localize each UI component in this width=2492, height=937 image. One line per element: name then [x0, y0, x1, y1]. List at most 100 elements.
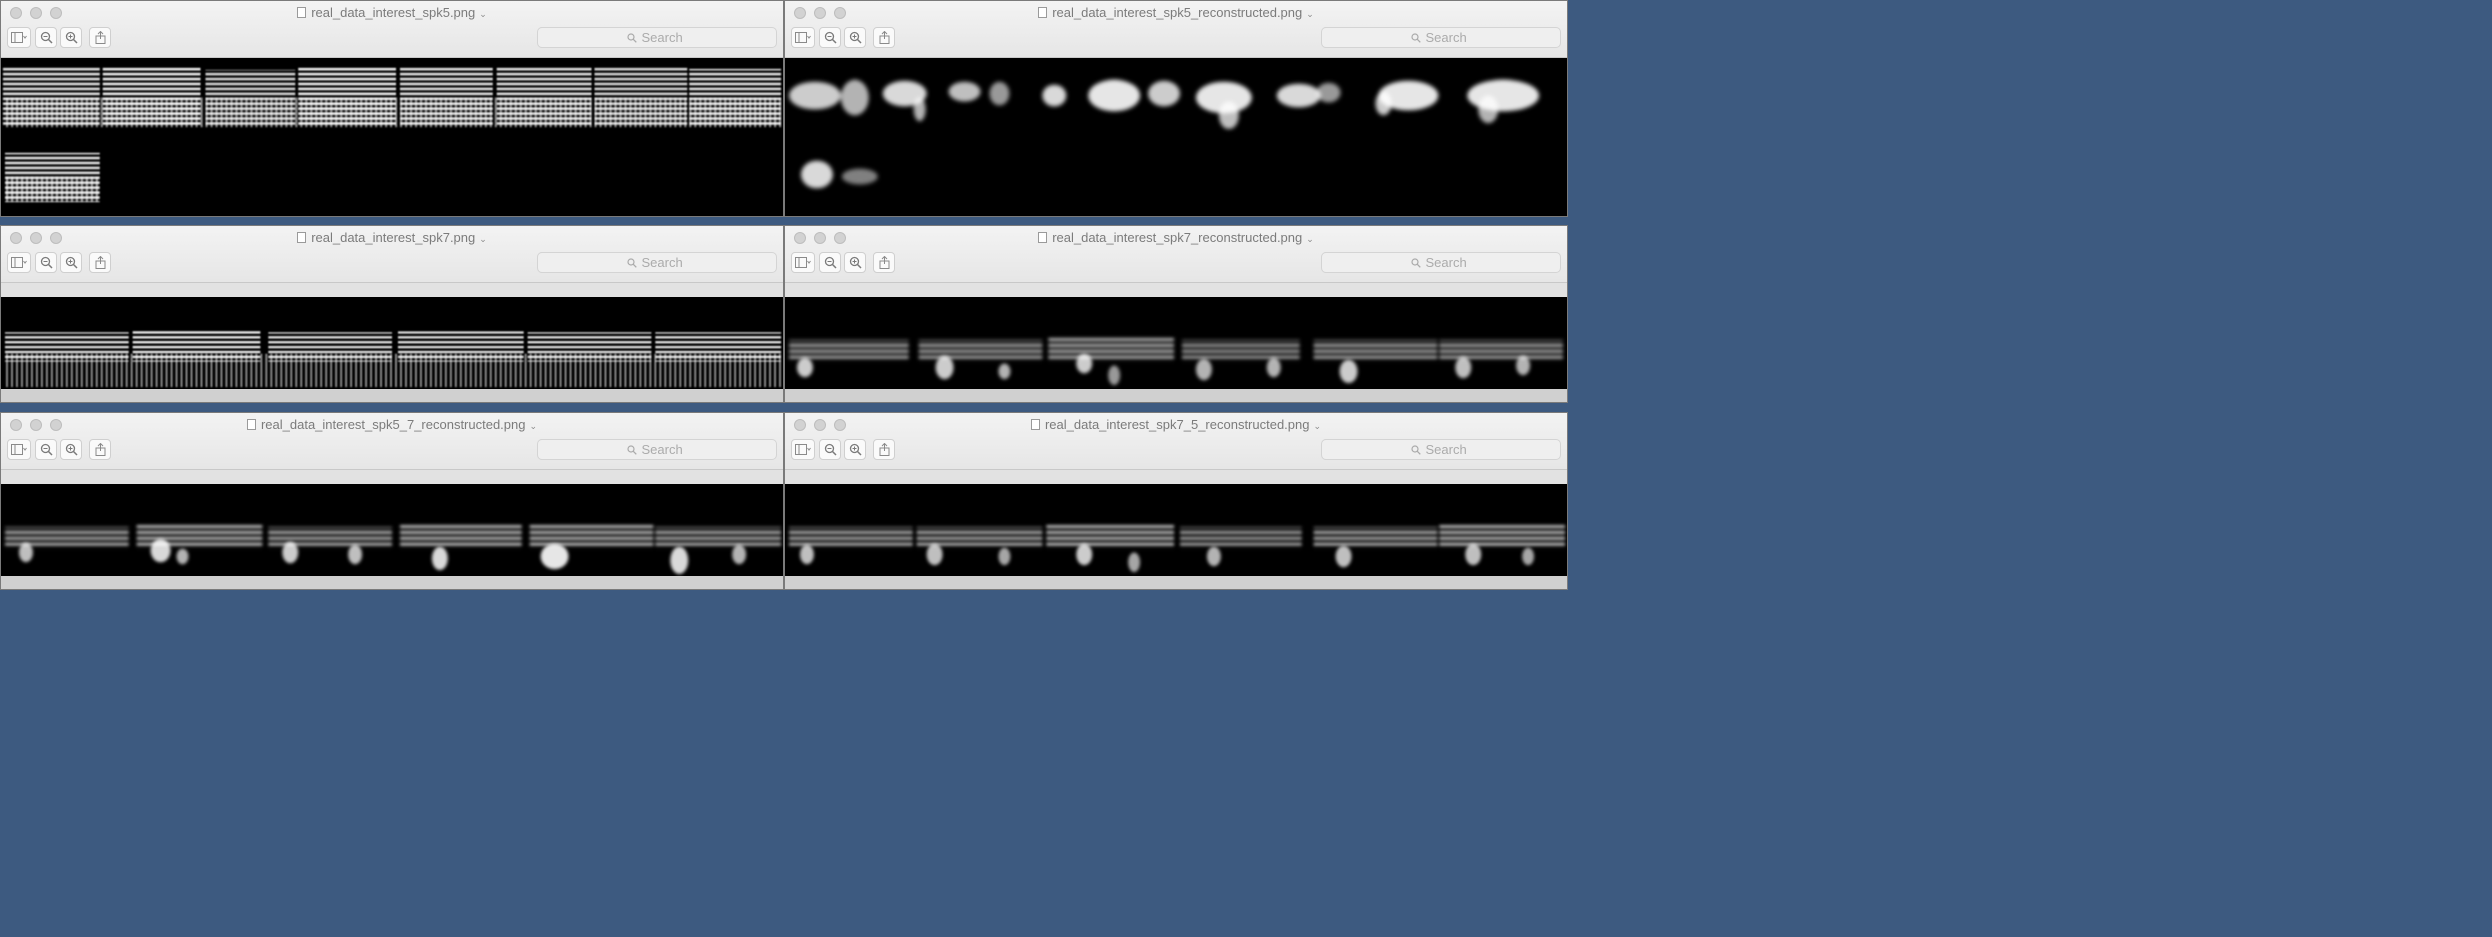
search-field[interactable]	[1321, 252, 1561, 273]
search-input[interactable]	[641, 255, 688, 270]
search-field[interactable]	[537, 27, 777, 48]
zoom-in-icon	[849, 443, 862, 456]
share-button[interactable]	[89, 252, 111, 273]
spectrogram-image	[1, 484, 783, 576]
spectrogram-graphic	[4, 330, 782, 388]
window-titlebar[interactable]: real_data_interest_spk7.png⌄ ⌄	[1, 226, 783, 283]
search-field[interactable]	[537, 439, 777, 460]
zoom-in-icon	[849, 256, 862, 269]
image-bottom-margin	[1, 576, 783, 589]
window-titlebar[interactable]: real_data_interest_spk7_5_reconstructed.…	[785, 413, 1567, 470]
image-bottom-margin	[785, 576, 1567, 589]
sidebar-toggle-button[interactable]	[791, 439, 815, 460]
window-titlebar[interactable]: real_data_interest_spk5_reconstructed.pn…	[785, 1, 1567, 58]
search-input[interactable]	[1425, 30, 1472, 45]
share-icon	[95, 256, 105, 269]
zoom-out-button[interactable]	[819, 252, 841, 273]
preview-window-spk5-7-reconstructed[interactable]: real_data_interest_spk5_7_reconstructed.…	[0, 412, 784, 590]
preview-window-spk5-reconstructed[interactable]: real_data_interest_spk5_reconstructed.pn…	[784, 0, 1568, 217]
sidebar-toggle-button[interactable]	[7, 252, 31, 273]
image-top-margin	[785, 283, 1567, 297]
window-title[interactable]: real_data_interest_spk7_reconstructed.pn…	[785, 230, 1567, 245]
search-field[interactable]	[537, 252, 777, 273]
search-input[interactable]	[641, 442, 688, 457]
search-field[interactable]	[1321, 439, 1561, 460]
zoom-out-icon	[824, 31, 837, 44]
image-top-margin	[1, 470, 783, 484]
title-dropdown-icon[interactable]: ⌄	[1313, 421, 1321, 431]
title-dropdown-icon[interactable]: ⌄	[479, 234, 487, 244]
preview-window-spk7[interactable]: real_data_interest_spk7.png⌄ ⌄	[0, 225, 784, 403]
spectrogram-graphic	[788, 525, 1566, 573]
zoom-in-button[interactable]	[60, 252, 82, 273]
share-icon	[879, 443, 889, 456]
search-icon	[626, 32, 637, 43]
share-icon	[879, 256, 889, 269]
spectrogram-graphic	[4, 525, 782, 575]
sidebar-toggle-button[interactable]	[7, 27, 31, 48]
window-title[interactable]: real_data_interest_spk5_reconstructed.pn…	[785, 5, 1567, 20]
sidebar-toggle-button[interactable]	[791, 252, 815, 273]
title-dropdown-icon[interactable]: ⌄	[479, 9, 487, 19]
zoom-out-button[interactable]	[819, 27, 841, 48]
window-title[interactable]: real_data_interest_spk5.png ⌄	[1, 5, 783, 20]
preview-window-spk7-reconstructed[interactable]: real_data_interest_spk7_reconstructed.pn…	[784, 225, 1568, 403]
sidebar-toggle-icon	[795, 257, 811, 268]
share-button[interactable]	[89, 27, 111, 48]
document-icon	[1030, 419, 1040, 430]
zoom-out-icon	[40, 31, 53, 44]
share-button[interactable]	[873, 439, 895, 460]
zoom-out-button[interactable]	[35, 439, 57, 460]
spectrogram-image	[785, 297, 1567, 389]
title-dropdown-icon[interactable]: ⌄	[1306, 234, 1314, 244]
spectrogram-image	[1, 58, 783, 216]
zoom-in-button[interactable]	[844, 439, 866, 460]
image-top-margin	[785, 470, 1567, 484]
preview-window-spk5[interactable]: real_data_interest_spk5.png⌄ ⌄	[0, 0, 784, 217]
search-input[interactable]	[1425, 442, 1472, 457]
spectrogram-graphic	[2, 65, 783, 203]
zoom-out-icon	[40, 443, 53, 456]
zoom-in-button[interactable]	[60, 439, 82, 460]
share-icon	[95, 31, 105, 44]
zoom-out-button[interactable]	[819, 439, 841, 460]
share-button[interactable]	[89, 439, 111, 460]
sidebar-toggle-button[interactable]	[7, 439, 31, 460]
search-field[interactable]	[1321, 27, 1561, 48]
document-icon	[246, 419, 256, 430]
search-input[interactable]	[641, 30, 688, 45]
window-title[interactable]: real_data_interest_spk7_5_reconstructed.…	[785, 417, 1567, 432]
document-icon	[297, 232, 307, 243]
zoom-in-button[interactable]	[844, 27, 866, 48]
share-button[interactable]	[873, 252, 895, 273]
spectrogram-graphic	[788, 338, 1564, 386]
spectrogram-graphic	[788, 79, 1540, 189]
sidebar-toggle-icon	[11, 257, 27, 268]
window-titlebar[interactable]: real_data_interest_spk5.png⌄ ⌄	[1, 1, 783, 58]
sidebar-toggle-button[interactable]	[791, 27, 815, 48]
zoom-out-icon	[40, 256, 53, 269]
sidebar-toggle-icon	[11, 444, 27, 455]
zoom-in-button[interactable]	[844, 252, 866, 273]
window-titlebar[interactable]: real_data_interest_spk7_reconstructed.pn…	[785, 226, 1567, 283]
search-input[interactable]	[1425, 255, 1472, 270]
image-top-margin	[1, 283, 783, 297]
zoom-in-button[interactable]	[60, 27, 82, 48]
spectrogram-image	[785, 58, 1567, 216]
search-icon	[1410, 32, 1421, 43]
zoom-out-button[interactable]	[35, 27, 57, 48]
share-button[interactable]	[873, 27, 895, 48]
zoom-in-icon	[65, 31, 78, 44]
spectrogram-image	[1, 297, 783, 389]
window-title[interactable]: real_data_interest_spk7.png ⌄	[1, 230, 783, 245]
search-icon	[1410, 257, 1421, 268]
preview-window-spk7-5-reconstructed[interactable]: real_data_interest_spk7_5_reconstructed.…	[784, 412, 1568, 590]
window-title[interactable]: real_data_interest_spk5_7_reconstructed.…	[1, 417, 783, 432]
zoom-out-button[interactable]	[35, 252, 57, 273]
zoom-out-icon	[824, 256, 837, 269]
window-titlebar[interactable]: real_data_interest_spk5_7_reconstructed.…	[1, 413, 783, 470]
document-icon	[1038, 7, 1048, 18]
zoom-in-icon	[65, 256, 78, 269]
title-dropdown-icon[interactable]: ⌄	[1306, 9, 1314, 19]
title-dropdown-icon[interactable]: ⌄	[529, 421, 537, 431]
